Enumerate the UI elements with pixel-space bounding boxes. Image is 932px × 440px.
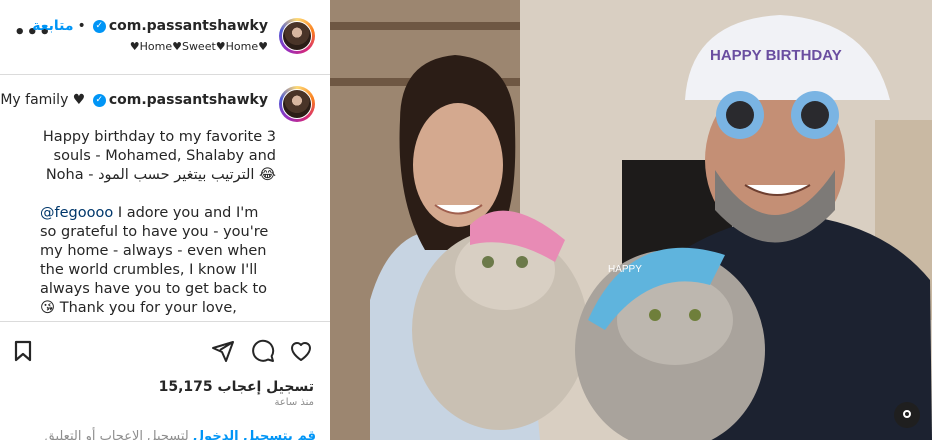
verified-icon: ✓	[92, 19, 106, 33]
caption-avatar[interactable]	[279, 86, 315, 122]
verified-icon: ✓	[92, 93, 106, 107]
follow-button[interactable]: متابعة	[32, 18, 73, 34]
caption-title: My family ♥	[0, 92, 86, 108]
post-actions: 15,175 تسجيل إعجاب منذ ساعة قم بتسجيل ال…	[0, 321, 330, 440]
caption-username[interactable]: com.passantshawky	[109, 92, 268, 108]
caption-paragraph-1: Happy birthday to my favorite 3 souls - …	[42, 129, 276, 183]
share-icon[interactable]	[211, 339, 235, 363]
glasses-dark-right	[801, 101, 829, 129]
post-time: منذ ساعة	[274, 397, 314, 408]
avatar[interactable]	[279, 18, 315, 54]
shelf-board	[330, 22, 520, 30]
header-subtitle[interactable]: ♥Home♥Sweet♥Home♥	[130, 40, 268, 53]
cat-right-eye	[649, 309, 661, 321]
heart-icon[interactable]	[289, 339, 313, 363]
login-prompt-rest: لتسجيل الإعجاب أو التعليق	[44, 429, 193, 440]
caption-title-line: My family ♥ ✓ com.passantshawky	[0, 92, 268, 108]
caption-paragraph-2: @fegoooo I adore you and I'm so grateful…	[40, 204, 276, 320]
caption-paragraph-2-text: I adore you and I'm so grateful to have …	[40, 205, 269, 320]
mention-link[interactable]: @fegoooo	[40, 205, 113, 221]
login-link[interactable]: قم بتسجيل الدخول	[193, 429, 316, 440]
glasses-dark-left	[726, 101, 754, 129]
header-user-line: متابعة • ✓ com.passantshawky	[32, 18, 268, 34]
bookmark-icon[interactable]	[11, 339, 35, 363]
cat-left-eye	[482, 256, 494, 268]
caption-text: Happy birthday to my favorite 3 souls - …	[40, 128, 276, 320]
hat-lettering: HAPPY BIRTHDAY	[710, 47, 842, 64]
likes-count[interactable]: 15,175 تسجيل إعجاب	[159, 379, 314, 395]
user-tag-icon[interactable]	[894, 402, 920, 428]
cat-hat-lettering: HAPPY	[608, 264, 642, 275]
post-side-panel: ••• متابعة • ✓ com.passantshawky ♥Home♥Swee…	[0, 0, 330, 440]
caption-area: My family ♥ ✓ com.passantshawky Happy bir…	[0, 74, 330, 320]
cat-right-eye	[689, 309, 701, 321]
cat-left-eye	[516, 256, 528, 268]
post-photo[interactable]: HAPPY BIRTHDAY HAPPY	[330, 0, 932, 440]
photo-illustration: HAPPY BIRTHDAY HAPPY	[330, 0, 932, 440]
login-prompt: قم بتسجيل الدخول لتسجيل الإعجاب أو التعل…	[45, 429, 316, 440]
separator-dot: •	[77, 18, 86, 34]
post-header: ••• متابعة • ✓ com.passantshawky ♥Home♥Swee…	[0, 0, 330, 75]
instagram-post: ••• متابعة • ✓ com.passantshawky ♥Home♥Swee…	[0, 0, 932, 440]
header-username[interactable]: com.passantshawky	[109, 18, 268, 34]
comment-icon[interactable]	[251, 339, 275, 363]
